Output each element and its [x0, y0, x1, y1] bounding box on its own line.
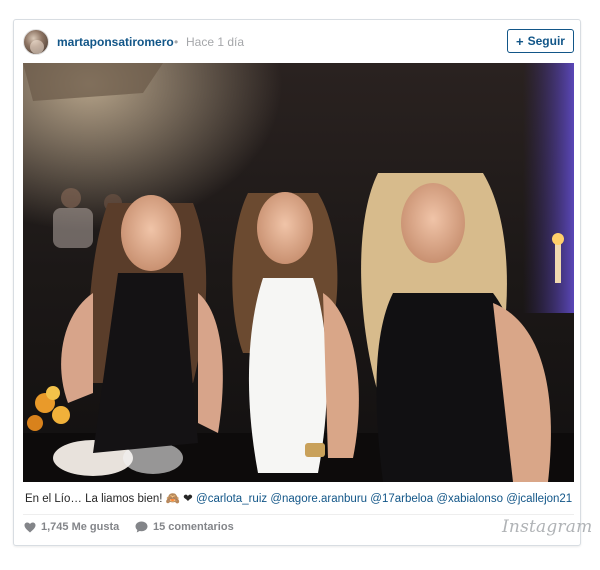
likes-label: 1,745 Me gusta — [41, 521, 120, 533]
heart-icon — [24, 522, 36, 532]
mention-link[interactable]: @jcallejon21 — [506, 493, 572, 505]
post-photo[interactable] — [23, 63, 574, 482]
caption-text: En el Lío… La liamos bien! — [25, 493, 166, 505]
mention-link[interactable]: @carlota_ruiz — [196, 493, 267, 505]
comments-count[interactable]: 15 comentarios — [135, 521, 234, 533]
comment-bubble-icon — [135, 521, 148, 533]
post-timestamp[interactable]: Hace 1 día — [186, 35, 244, 49]
instagram-logo[interactable]: Instagram — [502, 517, 592, 537]
plus-icon: + — [516, 33, 524, 49]
mention-link[interactable]: @xabialonso — [436, 493, 503, 505]
comments-label: 15 comentarios — [153, 521, 234, 533]
footer-divider — [23, 514, 574, 515]
heart-emoji: ❤ — [183, 493, 193, 505]
post-caption: En el Lío… La liamos bien! 🙈 ❤ @carlota_… — [25, 491, 573, 505]
separator-dot: • — [174, 35, 179, 49]
monkey-emoji: 🙈 — [165, 493, 180, 505]
photo-illustration — [23, 63, 574, 482]
follow-label: Seguir — [527, 34, 565, 48]
instagram-embed-card: martaponsatiromero • Hace 1 día + Seguir — [13, 19, 592, 546]
likes-count[interactable]: 1,745 Me gusta — [24, 521, 119, 533]
username-link[interactable]: martaponsatiromero — [57, 35, 174, 49]
mention-link[interactable]: @nagore.aranburu — [270, 493, 367, 505]
post-header: martaponsatiromero • Hace 1 día + Seguir — [14, 20, 580, 64]
mention-link[interactable]: @17arbeloa — [370, 493, 433, 505]
user-avatar[interactable] — [23, 29, 49, 55]
follow-button[interactable]: + Seguir — [507, 29, 574, 53]
